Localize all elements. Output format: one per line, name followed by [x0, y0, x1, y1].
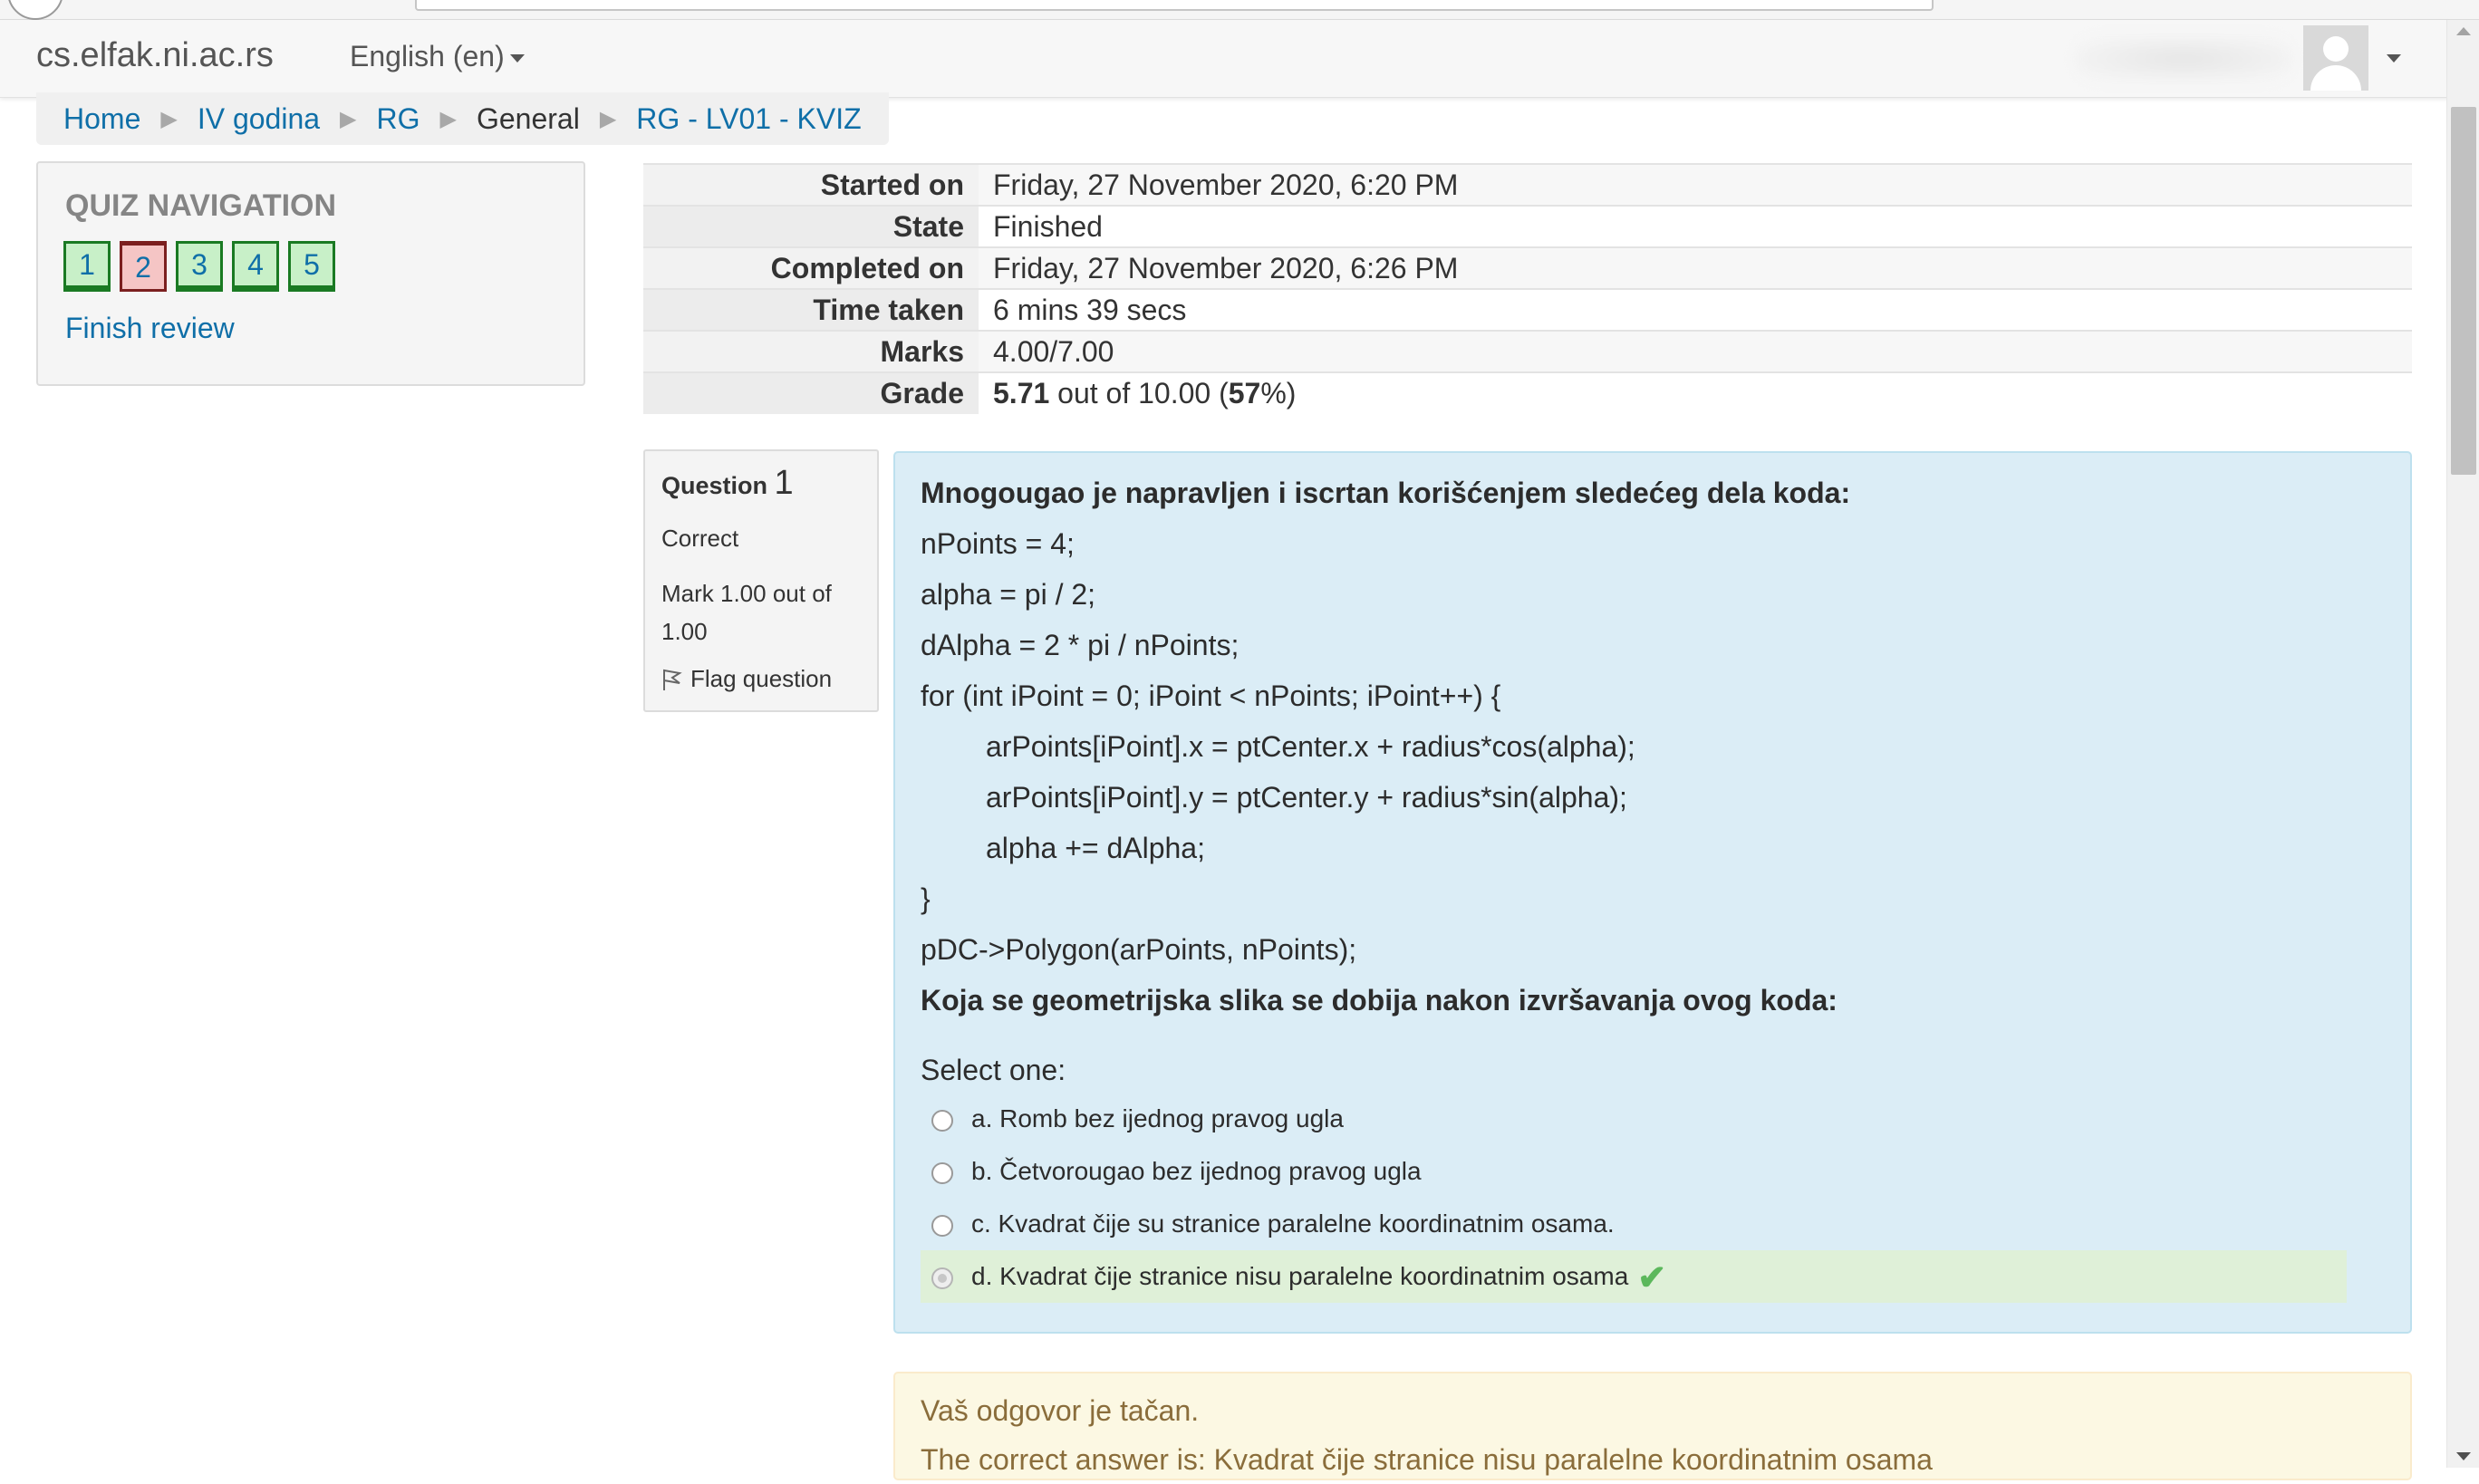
summary-row-state: State Finished — [643, 205, 2412, 247]
summary-value: Friday, 27 November 2020, 6:20 PM — [979, 163, 2412, 206]
code-line: arPoints[iPoint].x = ptCenter.x + radius… — [986, 730, 1635, 763]
radio-button[interactable] — [931, 1110, 953, 1132]
language-menu[interactable]: English ‎(en)‎ — [350, 40, 525, 73]
code-line: nPoints = 4; — [921, 527, 1075, 560]
breadcrumb-separator-icon: ▶ — [599, 106, 617, 131]
summary-value: 6 mins 39 secs — [979, 288, 2412, 331]
feedback-result: Vaš odgovor je tačan. — [921, 1394, 1200, 1427]
finish-review-link[interactable]: Finish review — [65, 312, 235, 345]
scroll-down-arrow-icon[interactable] — [2456, 1452, 2471, 1460]
question-state: Correct — [661, 525, 739, 552]
username-redacted[interactable] — [2075, 36, 2292, 82]
code-line: pDC->Polygon(arPoints, nPoints); — [921, 933, 1357, 966]
breadcrumb-separator-icon: ▶ — [439, 106, 457, 131]
quiz-navigation-title: QUIZ NAVIGATION — [65, 188, 337, 223]
grade-suffix: %) — [1260, 377, 1297, 410]
top-navbar: cs.elfak.ni.ac.rs English ‎(en)‎ — [0, 20, 2450, 98]
browser-url-strip — [0, 0, 2479, 20]
avatar[interactable] — [2303, 25, 2368, 91]
question-feedback: Vaš odgovor je tačan. The correct answer… — [893, 1372, 2412, 1480]
summary-label: Marks — [643, 330, 979, 372]
summary-value: 4.00/7.00 — [979, 330, 2412, 372]
flag-icon — [663, 669, 682, 690]
summary-value: Friday, 27 November 2020, 6:26 PM — [979, 246, 2412, 289]
question-prompt: Koja se geometrijska slika se dobija nak… — [921, 984, 1838, 1017]
attempt-summary-table: Started on Friday, 27 November 2020, 6:2… — [643, 163, 2412, 414]
quiz-nav-question-2[interactable]: 2 — [120, 241, 167, 292]
answer-option-c[interactable]: c. Kvadrat čije su stranice paralelne ko… — [921, 1198, 2385, 1250]
summary-row-completed: Completed on Friday, 27 November 2020, 6… — [643, 246, 2412, 289]
radio-button-selected[interactable] — [931, 1267, 953, 1289]
summary-row-time-taken: Time taken 6 mins 39 secs — [643, 288, 2412, 331]
code-line: dAlpha = 2 * pi / nPoints; — [921, 629, 1240, 661]
browser-button[interactable] — [7, 0, 63, 20]
chevron-down-icon — [509, 54, 525, 63]
summary-row-started: Started on Friday, 27 November 2020, 6:2… — [643, 163, 2412, 206]
summary-value: 5.71 out of 10.00 (57%) — [979, 371, 2412, 414]
grade-value: 5.71 — [993, 377, 1050, 410]
language-label: English ‎(en)‎ — [350, 40, 505, 72]
select-one-label: Select one: — [921, 1054, 1066, 1086]
answer-text: a. Romb bez ijednog pravog ugla — [971, 1104, 1344, 1132]
answer-text: c. Kvadrat čije su stranice paralelne ko… — [971, 1209, 1615, 1238]
site-name-link[interactable]: cs.elfak.ni.ac.rs — [36, 36, 274, 75]
quiz-nav-question-3[interactable]: 3 — [176, 241, 223, 292]
radio-button[interactable] — [931, 1215, 953, 1237]
quiz-navigation-buttons: 1 2 3 4 5 — [63, 241, 335, 292]
code-line: arPoints[iPoint].y = ptCenter.y + radius… — [986, 781, 1627, 814]
answer-option-b[interactable]: b. Četvorougao bez ijednog pravog ugla — [921, 1145, 2385, 1198]
summary-label: Grade — [643, 371, 979, 414]
question-label: Question — [661, 472, 775, 499]
code-line: } — [921, 882, 931, 915]
answer-text: b. Četvorougao bez ijednog pravog ugla — [971, 1157, 1422, 1185]
question-mark: Mark 1.00 out of 1.00 — [661, 580, 832, 645]
answer-option-a[interactable]: a. Romb bez ijednog pravog ugla — [921, 1093, 2385, 1145]
breadcrumb-quiz[interactable]: RG - LV01 - KVIZ — [636, 102, 861, 136]
flag-question-link[interactable]: Flag question — [661, 665, 861, 693]
breadcrumb-iv-godina[interactable]: IV godina — [198, 102, 320, 136]
answer-option-d[interactable]: d. Kvadrat čije stranice nisu paralelne … — [921, 1250, 2347, 1303]
question-number: Question 1 — [661, 464, 861, 503]
correct-answer-text: The correct answer is: Kvadrat čije stra… — [921, 1443, 1933, 1476]
scroll-up-arrow-icon[interactable] — [2456, 27, 2471, 35]
code-line: alpha += dAlpha; — [986, 832, 1205, 864]
breadcrumb: Home ▶ IV godina ▶ RG ▶ General ▶ RG - L… — [36, 92, 889, 145]
breadcrumb-rg[interactable]: RG — [377, 102, 420, 136]
summary-label: Started on — [643, 163, 979, 206]
grade-percent: 57 — [1228, 377, 1261, 410]
question-info-box: Question 1 Correct Mark 1.00 out of 1.00… — [643, 449, 879, 712]
radio-button[interactable] — [931, 1162, 953, 1184]
summary-value: Finished — [979, 205, 2412, 247]
answer-text: d. Kvadrat čije stranice nisu paralelne … — [971, 1262, 1629, 1290]
quiz-navigation-block: QUIZ NAVIGATION 1 2 3 4 5 Finish review — [36, 161, 585, 386]
breadcrumb-home[interactable]: Home — [63, 102, 140, 136]
summary-row-grade: Grade 5.71 out of 10.00 (57%) — [643, 371, 2412, 414]
question-number-value: 1 — [774, 464, 794, 502]
breadcrumb-general: General — [476, 101, 580, 135]
grade-out-of: out of 10.00 ( — [1049, 377, 1229, 410]
summary-label: Time taken — [643, 288, 979, 331]
summary-row-marks: Marks 4.00/7.00 — [643, 330, 2412, 372]
code-line: alpha = pi / 2; — [921, 578, 1096, 611]
question-content: Mnogougao je napravljen i iscrtan korišć… — [893, 451, 2412, 1334]
scrollbar-thumb[interactable] — [2451, 107, 2476, 475]
page-scrollbar[interactable] — [2446, 20, 2479, 1468]
summary-label: Completed on — [643, 246, 979, 289]
breadcrumb-separator-icon: ▶ — [160, 106, 178, 131]
quiz-nav-question-5[interactable]: 5 — [288, 241, 335, 292]
quiz-nav-question-1[interactable]: 1 — [63, 241, 111, 292]
code-line: for (int iPoint = 0; iPoint < nPoints; i… — [921, 679, 1501, 712]
user-menu-chevron-icon[interactable] — [2387, 54, 2401, 63]
address-bar[interactable] — [415, 0, 1934, 11]
quiz-nav-question-4[interactable]: 4 — [232, 241, 279, 292]
breadcrumb-separator-icon: ▶ — [340, 106, 357, 131]
checkmark-icon: ✔ — [1637, 1258, 1667, 1297]
question-intro: Mnogougao je napravljen i iscrtan korišć… — [921, 477, 1851, 509]
flag-question-label: Flag question — [690, 665, 833, 692]
summary-label: State — [643, 205, 979, 247]
